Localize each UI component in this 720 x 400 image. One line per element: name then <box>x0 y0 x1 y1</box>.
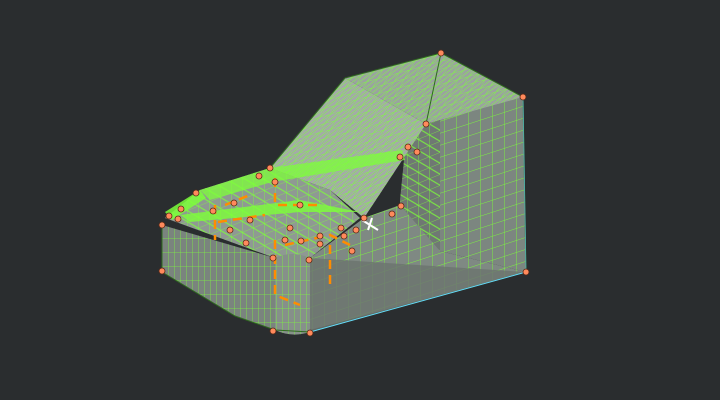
control-point[interactable] <box>174 215 182 223</box>
control-point[interactable] <box>266 164 274 172</box>
control-point[interactable] <box>340 232 348 240</box>
control-point[interactable] <box>269 254 277 262</box>
mesh-model[interactable] <box>0 0 720 400</box>
3d-cad-viewport[interactable] <box>0 0 720 400</box>
control-point[interactable] <box>209 207 217 215</box>
control-point[interactable] <box>422 120 430 128</box>
control-point[interactable] <box>192 189 200 197</box>
mesh-face-corner-round-grid <box>275 254 310 335</box>
control-point[interactable] <box>242 239 250 247</box>
control-point[interactable] <box>269 327 277 335</box>
control-point[interactable] <box>306 329 314 337</box>
control-point[interactable] <box>286 224 294 232</box>
control-point[interactable] <box>397 202 405 210</box>
control-point[interactable] <box>281 236 289 244</box>
control-point[interactable] <box>360 214 368 222</box>
control-point[interactable] <box>337 224 345 232</box>
control-point[interactable] <box>246 216 254 224</box>
control-point[interactable] <box>404 143 412 151</box>
control-point[interactable] <box>388 210 396 218</box>
control-point[interactable] <box>226 226 234 234</box>
control-point[interactable] <box>165 212 173 220</box>
control-point[interactable] <box>230 199 238 207</box>
control-point[interactable] <box>177 205 185 213</box>
control-point[interactable] <box>519 93 527 101</box>
control-point[interactable] <box>316 240 324 248</box>
control-point[interactable] <box>305 256 313 264</box>
control-point[interactable] <box>522 268 530 276</box>
control-point[interactable] <box>348 247 356 255</box>
control-point[interactable] <box>296 201 304 209</box>
control-point[interactable] <box>413 148 421 156</box>
control-point[interactable] <box>316 232 324 240</box>
control-point[interactable] <box>396 153 404 161</box>
control-point[interactable] <box>158 267 166 275</box>
control-point[interactable] <box>271 178 279 186</box>
control-point[interactable] <box>437 49 445 57</box>
control-point[interactable] <box>255 172 263 180</box>
control-point[interactable] <box>297 237 305 245</box>
control-point[interactable] <box>352 226 360 234</box>
control-point[interactable] <box>158 221 166 229</box>
